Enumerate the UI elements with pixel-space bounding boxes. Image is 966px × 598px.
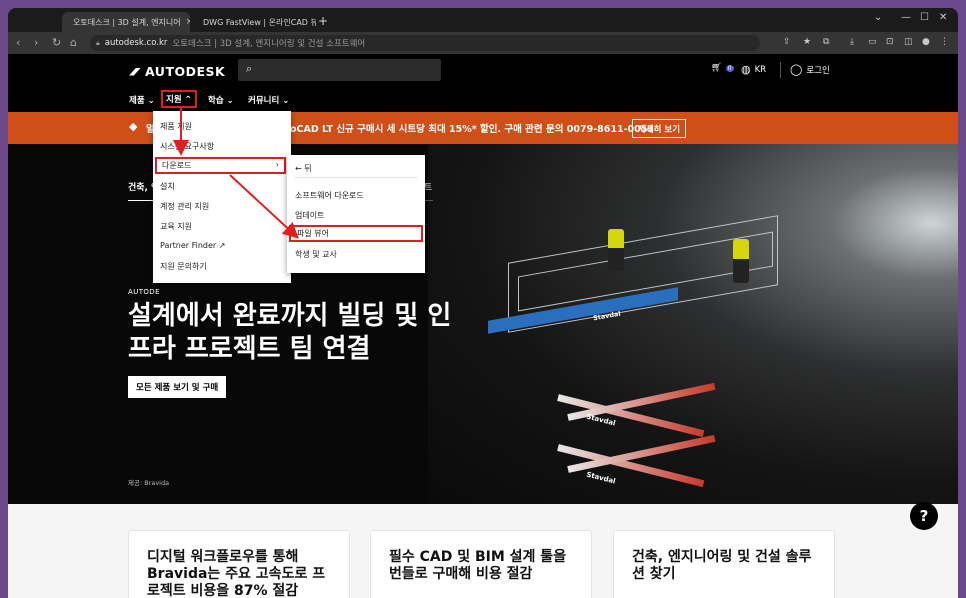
url-domain: autodesk.co.kr [104, 38, 168, 48]
submenu-divider [295, 177, 417, 178]
url-input[interactable]: 🔒︎ autodesk.co.kr 오토데스크 | 3D 설계, 엔지니어링 및… [90, 35, 760, 51]
download-icon[interactable]: ⤓ [850, 37, 854, 47]
cart-count: 0 [725, 64, 734, 72]
tab-title: 오토데스크 | 3D 설계, 엔지니어 [73, 17, 181, 27]
sidebar-icon[interactable]: ◫ [904, 37, 913, 47]
promo-banner: ◆ 멀티 oCAD LT 신규 구매시 세 시트당 최대 15%* 할인. 구매… [8, 112, 958, 144]
reload-icon[interactable]: ↻ [52, 36, 61, 49]
external-link-icon: ↗ [218, 241, 226, 250]
autodesk-logo-icon [129, 67, 141, 76]
globe-icon: ◍ [741, 63, 751, 76]
site-search-input[interactable]: ⌕ [238, 59, 441, 81]
maximize-icon[interactable]: ☐ [920, 12, 929, 23]
nav-community[interactable]: 커뮤니티 ⌄ [248, 94, 289, 106]
menu-icon[interactable]: ⋮ [940, 37, 949, 47]
region-selector[interactable]: ◍ KR [741, 63, 766, 76]
menu-item-partner-finder[interactable]: Partner Finder ↗ [160, 241, 225, 250]
card-text: 디지털 워크플로우를 통해 Bravida는 주요 고속도로 프로젝트 비용을 … [147, 549, 326, 598]
cart-button[interactable]: 🛒︎ 0 [711, 63, 734, 73]
menu-item-students[interactable]: 학생 및 교사 [295, 249, 337, 260]
feature-card[interactable]: 디지털 워크플로우를 통해 Bravida는 주요 고속도로 프로젝트 비용을 … [128, 530, 350, 598]
user-icon: ◯ [790, 63, 803, 76]
help-chat-button[interactable]: ? [910, 502, 938, 530]
extension-icon[interactable]: ⧉ [823, 37, 829, 47]
menu-item-software-download[interactable]: 소프트웨어 다운로드 [295, 190, 364, 201]
card-text: 건축, 엔지니어링 및 건설 솔루션 찾기 [632, 549, 812, 582]
lock-icon: 🔒︎ [96, 38, 100, 47]
web-page: AUTODESK ⌕ 🛒︎ 0 ◍ KR ◯ 로그인 제품 ⌄ 지원 ⌃ 학습 … [8, 54, 958, 598]
search-icon: ⌕ [246, 62, 253, 75]
card-text: 필수 CAD 및 BIM 설계 툴을 번들로 구매해 비용 절감 [389, 549, 567, 582]
nav-learning[interactable]: 학습 ⌄ [208, 94, 234, 106]
nav-label: 제품 [129, 96, 145, 106]
url-page-title: 오토데스크 | 3D 설계, 엔지니어링 및 건설 소프트웨어 [172, 39, 366, 49]
cart-icon: 🛒︎ [711, 63, 722, 73]
bookmark-star-icon[interactable]: ★ [803, 37, 811, 47]
menu-item-contact[interactable]: 지원 문의하기 [160, 261, 207, 272]
hero-image: Stavdal Stavdal Stavdal [428, 144, 958, 504]
screenshot-icon[interactable]: ⊡ [886, 37, 894, 47]
feature-card[interactable]: 필수 CAD 및 BIM 설계 툴을 번들로 구매해 비용 절감 [370, 530, 592, 598]
close-tab-icon[interactable]: × [186, 17, 190, 27]
download-submenu: ← 뒤 소프트웨어 다운로드 업데이트 파일 뷰어 학생 및 교사 [287, 155, 425, 273]
menu-item-install[interactable]: 설치 [160, 181, 175, 192]
view-all-products-button[interactable]: 모든 제품 보기 및 구매 [128, 376, 227, 398]
menu-item-downloads[interactable]: 다운로드 › [155, 157, 286, 174]
menu-item-account[interactable]: 계정 관리 지원 [160, 201, 209, 212]
hero-section: Stavdal Stavdal Stavdal 건축, 엔 트 AUTODE 설… [8, 144, 958, 504]
profile-icon[interactable]: ● [922, 37, 930, 47]
feature-cards-section: 디지털 워크플로우를 통해 Bravida는 주요 고속도로 프로젝트 비용을 … [8, 504, 958, 598]
support-dropdown-menu: 제품 지원 시스템 요구사항 다운로드 › 설치 계정 관리 지원 교육 지원 … [153, 111, 291, 283]
main-nav: 제품 ⌄ 지원 ⌃ 학습 ⌄ 커뮤니티 ⌄ [8, 88, 958, 112]
menu-item-education[interactable]: 교육 지원 [160, 221, 192, 232]
new-tab-button[interactable]: + [318, 14, 328, 28]
tag-icon: ◆ [129, 120, 138, 133]
nav-label: 학습 [208, 96, 224, 106]
lift-brand-label: Stavdal [585, 412, 617, 428]
tab-search-icon[interactable]: ⌄ [874, 12, 882, 23]
nav-support[interactable]: 지원 ⌃ [161, 90, 197, 108]
nav-label: 지원 [166, 95, 182, 105]
back-icon[interactable]: ‹ [16, 36, 20, 49]
browser-window: 오토데스크 | 3D 설계, 엔지니어 × DWG FastView | 온라인… [8, 8, 958, 598]
menu-item-product-support[interactable]: 제품 지원 [160, 121, 192, 132]
autodesk-logo[interactable]: AUTODESK [129, 64, 225, 79]
lift-brand-label: Stavdal [585, 470, 617, 486]
menu-item-updates[interactable]: 업데이트 [295, 210, 324, 221]
tab-title: DWG FastView | 온라인CAD 뷰 [203, 17, 316, 27]
banner-learn-more-button[interactable]: 자세히 보기 [632, 119, 687, 138]
header-divider [780, 62, 781, 78]
minimize-icon[interactable]: — [901, 12, 911, 23]
menu-item-label: Partner Finder [160, 241, 217, 250]
tab-autodesk[interactable]: 오토데스크 | 3D 설계, 엔지니어 × [62, 12, 190, 32]
chevron-right-icon: › [275, 160, 279, 169]
nav-label: 커뮤니티 [248, 96, 280, 106]
menu-item-label: 다운로드 [162, 161, 192, 170]
tab-bar: 오토데스크 | 3D 설계, 엔지니어 × DWG FastView | 온라인… [8, 8, 958, 32]
image-credit: 제공: Bravida [128, 479, 170, 487]
share-icon[interactable]: ⇪ [783, 37, 791, 47]
login-label: 로그인 [806, 65, 830, 76]
close-window-icon[interactable]: ✕ [939, 12, 947, 23]
home-icon[interactable]: ⌂ [70, 36, 77, 49]
submenu-back-button[interactable]: ← 뒤 [295, 163, 312, 174]
address-bar-row: ‹ › ↻ ⌂ 🔒︎ autodesk.co.kr 오토데스크 | 3D 설계,… [8, 32, 958, 54]
login-button[interactable]: ◯ 로그인 [790, 63, 830, 76]
nav-products[interactable]: 제품 ⌄ [129, 94, 155, 106]
menu-item-system-requirements[interactable]: 시스템 요구사항 [160, 141, 214, 152]
worker-figure [733, 239, 749, 283]
hero-eyebrow: AUTODE [128, 288, 160, 296]
region-label: KR [754, 64, 767, 75]
forward-icon[interactable]: › [34, 36, 38, 49]
menu-item-file-viewer[interactable]: 파일 뷰어 [289, 225, 423, 242]
hero-title: 설계에서 완료까지 빌딩 및 인프라 프로젝트 팀 연결 [128, 301, 452, 364]
logo-text: AUTODESK [145, 64, 226, 79]
tab-dwg-fastview[interactable]: DWG FastView | 온라인CAD 뷰 × [192, 12, 316, 32]
banner-text-right: oCAD LT 신규 구매시 세 시트당 최대 15%* 할인. 구매 관련 문… [290, 124, 654, 135]
cast-icon[interactable]: ▭ [868, 37, 877, 47]
feature-card[interactable]: 건축, 엔지니어링 및 건설 솔루션 찾기 [613, 530, 835, 598]
worker-figure [608, 229, 624, 271]
site-header: AUTODESK ⌕ 🛒︎ 0 ◍ KR ◯ 로그인 [8, 54, 958, 88]
hero-tab-other[interactable]: 트 [424, 180, 432, 193]
